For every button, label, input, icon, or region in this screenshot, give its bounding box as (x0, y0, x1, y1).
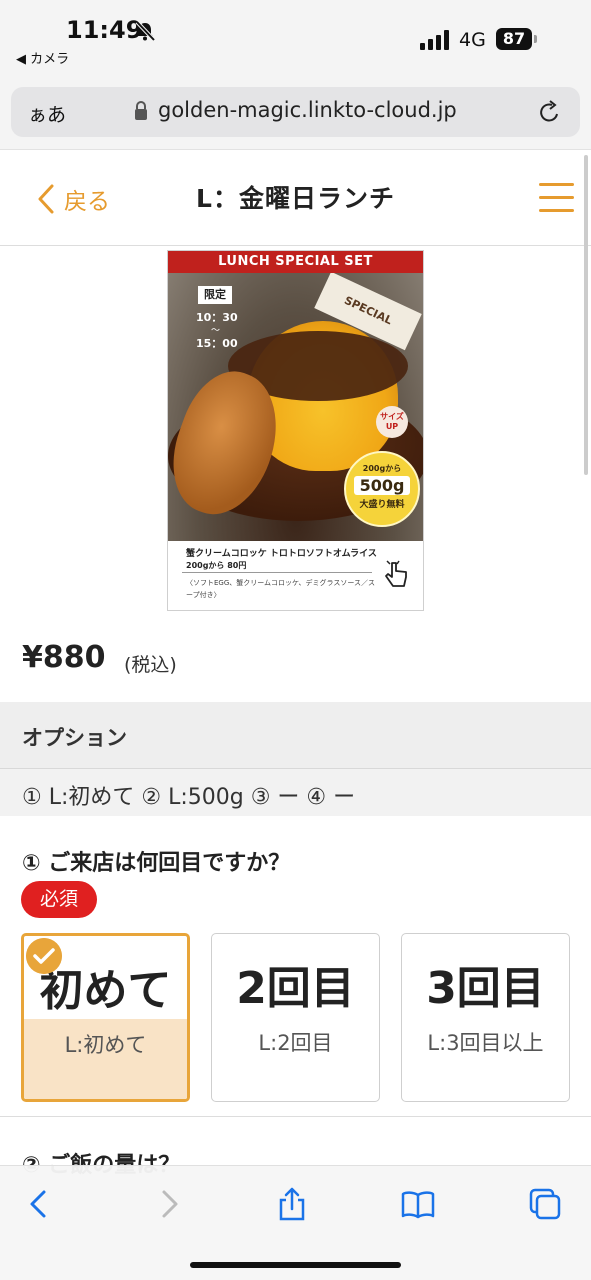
size-up-badge: サイズUP (376, 406, 408, 438)
choice-third-visit[interactable]: 3回目 L:3回目以上 (401, 933, 570, 1102)
free-large-badge: 200gから 500g 大盛り無料 (344, 451, 420, 527)
reload-icon[interactable] (538, 99, 562, 125)
browser-chrome: ぁあ golden-magic.linkto-cloud.jp (0, 75, 591, 150)
bell-muted-icon (135, 20, 156, 42)
badge-weight: 500g (354, 476, 410, 495)
page-header: 戻る L：金曜日ランチ (0, 151, 591, 246)
question-visit-count: ① ご来店は何回目ですか？ (22, 851, 291, 876)
text-size-button[interactable]: ぁあ (28, 100, 66, 127)
caption-title: 蟹クリームコロッケ トロトロソフトオムライス (186, 549, 377, 559)
choice-first-visit[interactable]: 初めて L:初めて (21, 933, 190, 1102)
choice-title: 3回目 (426, 963, 545, 1014)
network-type: 4G (459, 29, 486, 51)
page-title: L：金曜日ランチ (196, 184, 395, 213)
choice-subtitle: L:初めて (64, 1033, 147, 1057)
poster-caption: 蟹クリームコロッケ トロトロソフトオムライス 200gから 80円 〈ソフトEG… (168, 541, 423, 610)
badge-free: 大盛り無料 (359, 500, 405, 510)
required-badge: 必須 (21, 881, 97, 918)
battery-tip (534, 35, 537, 43)
options-summary-row: ① L:初めて ② L:500g ③ ー ④ ー (0, 768, 591, 816)
pointing-hand-icon (385, 560, 407, 587)
caption-price: 200gから 80円 (186, 561, 247, 570)
food-photo: 限定 10：30 〜 15：00 SPECIAL サイズUP 200gから 50… (168, 251, 423, 541)
tax-note: (税込) (124, 654, 177, 676)
time-to: 15：00 (196, 337, 238, 350)
url-text[interactable]: golden-magic.linkto-cloud.jp (158, 98, 457, 122)
choice-subtitle: L:2回目 (258, 1031, 333, 1055)
options-title: オプション (22, 726, 127, 750)
checkmark-icon (26, 938, 62, 974)
signal-icon (420, 30, 449, 50)
share-icon[interactable] (274, 1186, 310, 1222)
section-divider (0, 1116, 591, 1117)
home-indicator (190, 1262, 401, 1268)
hamburger-menu-icon[interactable] (539, 181, 575, 213)
product-image: 限定 10：30 〜 15：00 SPECIAL サイズUP 200gから 50… (167, 250, 424, 611)
poster-banner: LUNCH SPECIAL SET (168, 251, 423, 273)
choice-second-visit[interactable]: 2回目 L:2回目 (211, 933, 380, 1102)
product-price: ¥880 (22, 640, 106, 675)
address-bar[interactable]: ぁあ golden-magic.linkto-cloud.jp (11, 87, 580, 137)
scrollbar[interactable] (584, 155, 588, 475)
limited-tag: 限定 (198, 286, 232, 304)
forward-arrow-icon[interactable] (150, 1186, 186, 1222)
options-section-header: オプション (0, 702, 591, 768)
back-arrow-icon[interactable] (22, 1186, 58, 1222)
clock: 11:49 (66, 16, 143, 44)
options-summary: ① L:初めて ② L:500g ③ ー ④ ー (22, 785, 356, 810)
battery-icon: 87 (496, 28, 532, 50)
caption-divider (182, 572, 372, 573)
back-to-app-link[interactable]: ◀ カメラ (16, 48, 69, 67)
choice-title: 2回目 (236, 963, 355, 1014)
caption-description: 〈ソフトEGG、蟹クリームコロッケ、デミグラスソース／スープ付き〉 (186, 579, 376, 599)
lock-icon (135, 101, 147, 120)
choice-subtitle: L:3回目以上 (427, 1031, 544, 1055)
status-bar: 11:49 ◀ カメラ 4G 87 (0, 0, 591, 75)
bookmarks-icon[interactable] (400, 1186, 436, 1222)
badge-from: 200gから (362, 464, 402, 473)
tabs-icon[interactable] (527, 1186, 563, 1222)
